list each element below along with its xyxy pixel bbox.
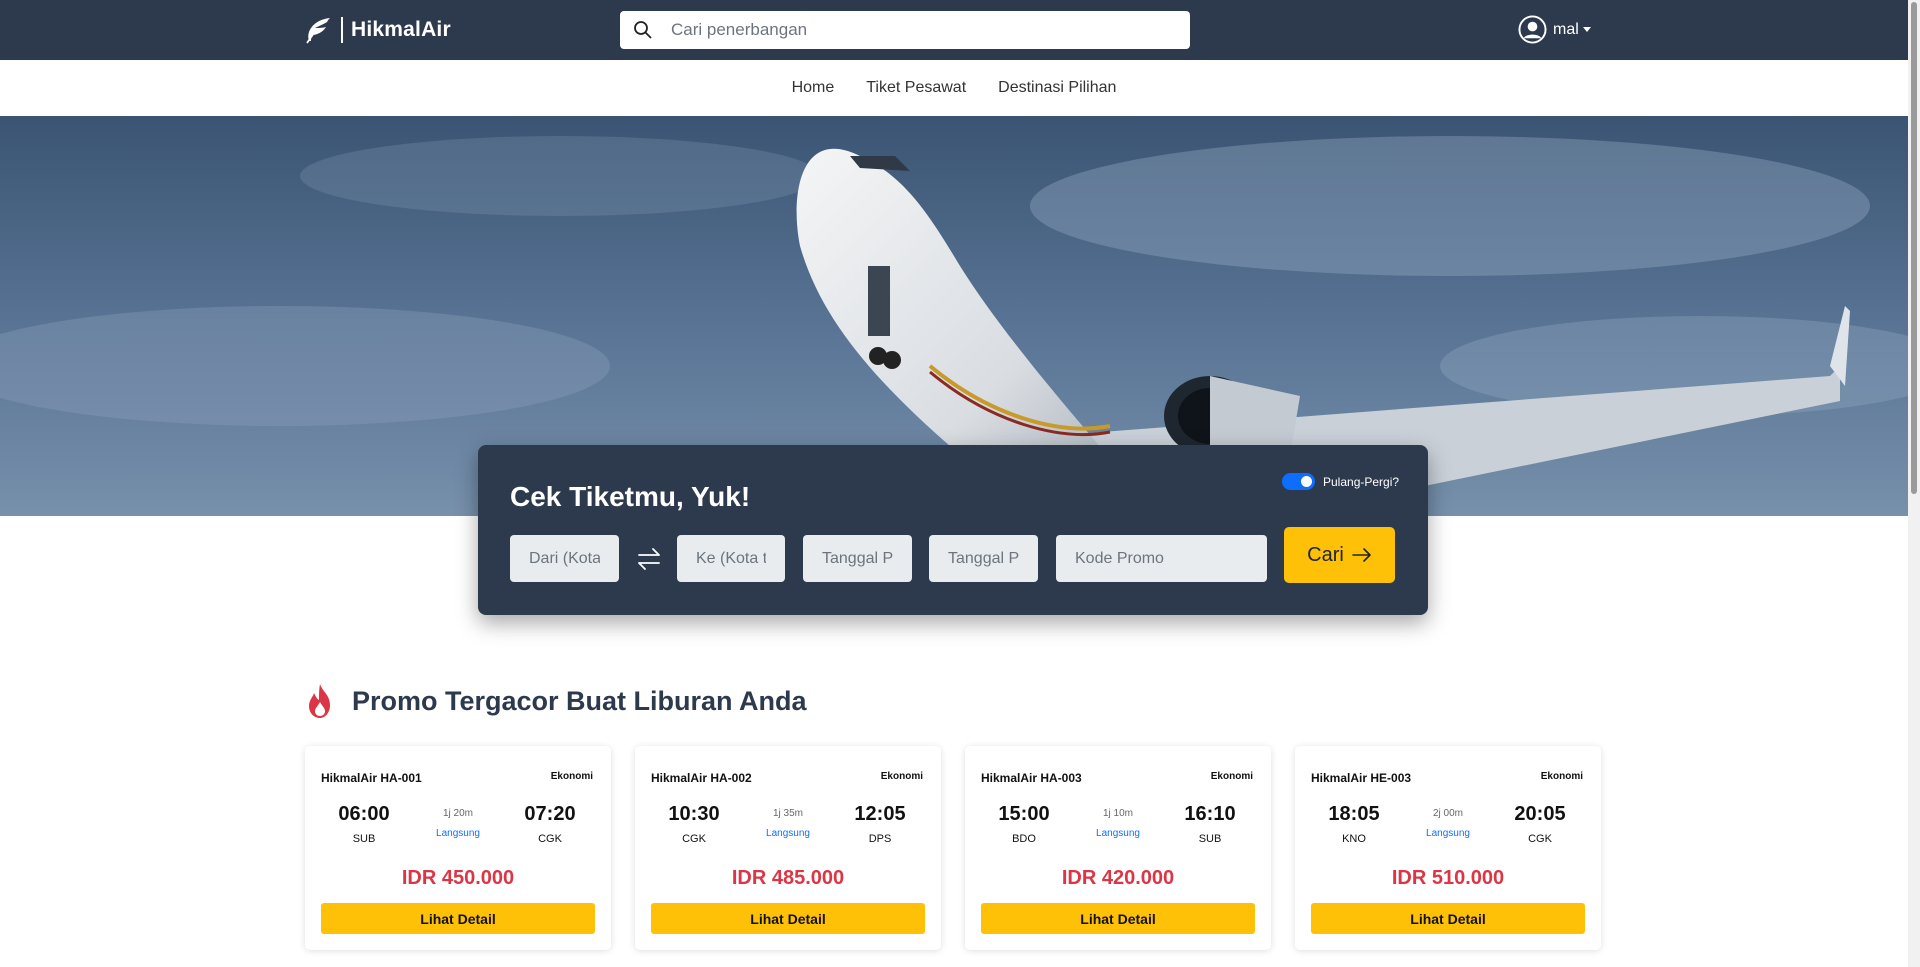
departure-date-input[interactable] [803, 535, 912, 582]
arrow-right-icon [1352, 548, 1371, 562]
flight-price: IDR 485.000 [731, 867, 845, 889]
return-date-input[interactable] [929, 535, 1038, 582]
flight-card: HikmalAir HA-001 Ekonomi 06:00 SUB 1j 20… [305, 746, 611, 950]
view-detail-button[interactable]: Lihat Detail [981, 903, 1255, 934]
arrival-airport: CGK [538, 833, 562, 845]
main-nav: Home Tiket Pesawat Destinasi Pilihan [0, 60, 1908, 116]
nav-home[interactable]: Home [792, 79, 835, 97]
feather-logo-icon [306, 18, 330, 44]
departure-time: 06:00 [338, 803, 390, 825]
flight-name: HikmalAir HA-003 [981, 771, 1082, 785]
search-icon [634, 21, 652, 39]
flight-type: Langsung [766, 828, 810, 839]
departure-airport: SUB [352, 833, 376, 845]
flight-type: Langsung [1426, 828, 1470, 839]
flight-duration: 1j 20m [442, 808, 473, 819]
user-circle-icon [1518, 15, 1547, 44]
arrival-airport: CGK [1528, 833, 1552, 845]
search-input[interactable] [671, 12, 1190, 48]
origin-city-input[interactable] [510, 535, 619, 582]
arrival-time: 20:05 [1514, 803, 1566, 825]
promo-heading: Promo Tergacor Buat Liburan Anda [352, 685, 807, 716]
flight-name: HikmalAir HA-001 [321, 771, 422, 785]
swap-arrows-icon[interactable] [635, 545, 663, 573]
promo-code-input[interactable] [1056, 535, 1267, 582]
flight-price: IDR 420.000 [1061, 867, 1175, 889]
view-detail-button[interactable]: Lihat Detail [1311, 903, 1585, 934]
roundtrip-label: Pulang-Pergi? [1323, 474, 1400, 489]
arrival-airport: SUB [1198, 833, 1222, 845]
nav-destinasi-pilihan[interactable]: Destinasi Pilihan [998, 79, 1116, 97]
flight-price: IDR 510.000 [1391, 867, 1505, 889]
departure-time: 18:05 [1328, 803, 1380, 825]
view-detail-button[interactable]: Lihat Detail [651, 903, 925, 934]
caret-down-icon [1582, 27, 1591, 32]
arrival-airport: DPS [868, 833, 892, 845]
flight-name: HikmalAir HA-002 [651, 771, 752, 785]
roundtrip-toggle[interactable] [1282, 473, 1315, 490]
search-button-label: Cari [1307, 543, 1344, 566]
flight-card: HikmalAir HA-003 Ekonomi 15:00 BDO 1j 10… [965, 746, 1271, 950]
nav-tiket-pesawat[interactable]: Tiket Pesawat [866, 79, 966, 97]
departure-airport: CGK [682, 833, 706, 845]
flight-card: HikmalAir HA-002 Ekonomi 10:30 CGK 1j 35… [635, 746, 941, 950]
roundtrip-toggle-group: Pulang-Pergi? [1282, 473, 1399, 490]
flight-class: Ekonomi [1540, 771, 1583, 782]
booking-title: Cek Tiketmu, Yuk! [510, 481, 751, 512]
flight-price: IDR 450.000 [401, 867, 515, 889]
flight-class: Ekonomi [880, 771, 923, 782]
flight-card: HikmalAir HE-003 Ekonomi 18:05 KNO 2j 00… [1295, 746, 1601, 950]
booking-search-card: Cek Tiketmu, Yuk! Pulang-Pergi? Cari [478, 445, 1428, 615]
toggle-knob [1301, 476, 1312, 487]
flight-class: Ekonomi [1210, 771, 1253, 782]
top-navbar: HikmalAir mal [0, 0, 1908, 60]
arrival-time: 16:10 [1184, 803, 1236, 825]
user-name: mal [1553, 20, 1579, 38]
brand-divider [341, 17, 343, 43]
page-scrollbar[interactable] [1908, 0, 1920, 967]
flight-type: Langsung [436, 828, 480, 839]
departure-airport: KNO [1342, 833, 1366, 845]
flight-duration: 1j 10m [1102, 808, 1133, 819]
page: HikmalAir mal Home Tiket Pesawat Destina… [0, 0, 1920, 967]
view-detail-button[interactable]: Lihat Detail [321, 903, 595, 934]
brand-logo-link[interactable]: HikmalAir [303, 14, 451, 46]
scrollbar-thumb[interactable] [1911, 2, 1917, 494]
search-bar [620, 11, 1190, 49]
arrival-time: 07:20 [524, 803, 576, 825]
flight-class: Ekonomi [550, 771, 593, 782]
flight-duration: 2j 00m [1432, 808, 1463, 819]
search-flights-button[interactable]: Cari [1284, 527, 1395, 583]
brand-name: HikmalAir [351, 18, 451, 41]
arrival-time: 12:05 [854, 803, 906, 825]
promo-section-header: Promo Tergacor Buat Liburan Anda [303, 682, 807, 720]
fire-icon [309, 684, 330, 718]
user-menu[interactable]: mal [1518, 15, 1591, 44]
flight-duration: 1j 35m [772, 808, 803, 819]
departure-time: 15:00 [998, 803, 1050, 825]
departure-time: 10:30 [668, 803, 720, 825]
destination-city-input[interactable] [677, 535, 785, 582]
flight-name: HikmalAir HE-003 [1311, 771, 1412, 785]
flight-type: Langsung [1096, 828, 1140, 839]
departure-airport: BDO [1012, 833, 1036, 845]
